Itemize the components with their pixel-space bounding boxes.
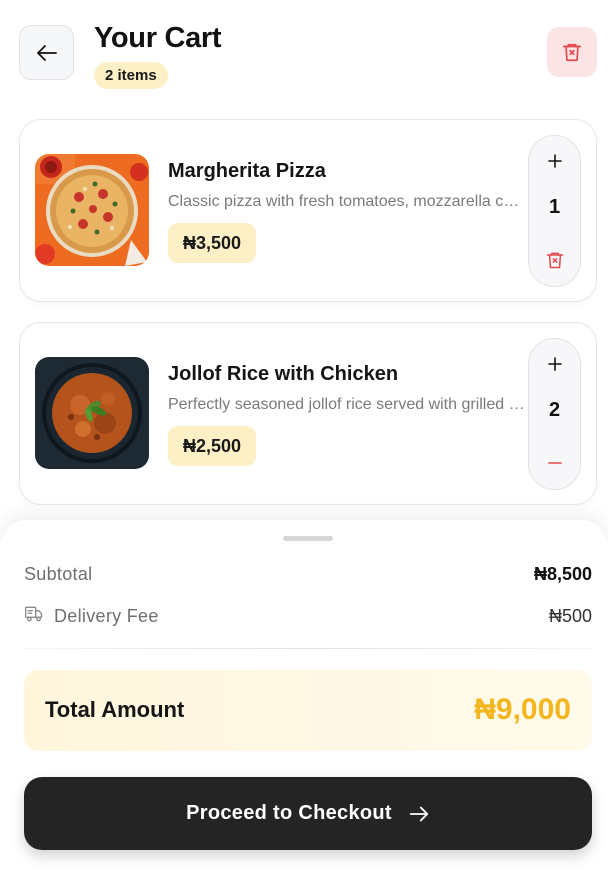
delivery-fee-label: Delivery Fee [54,606,159,626]
delivery-fee-value: ₦500 [548,606,592,626]
cart-item-card: Margherita Pizza Classic pizza with fres… [19,119,597,302]
summary-divider [24,648,592,649]
item-price: ₦2,500 [168,426,257,466]
proceed-to-checkout-button[interactable]: Proceed to Checkout [24,777,592,850]
plus-icon [547,357,562,371]
remove-item-button[interactable] [529,240,580,280]
clear-cart-button[interactable] [547,27,597,77]
subtotal-value: ₦8,500 [533,564,592,584]
page-title: Your Cart [94,22,222,54]
item-name: Margherita Pizza [168,160,326,182]
minus-icon [547,462,562,464]
total-amount-value: ₦9,000 [474,693,571,726]
arrow-left-icon [36,44,57,61]
quantity-stepper: 1 [528,135,581,287]
decrement-button[interactable] [529,443,580,483]
quantity-stepper: 2 [528,338,581,490]
cart-header: Your Cart 2 items [0,0,608,110]
pizza-image [35,154,149,266]
jollof-rice-image [35,357,149,469]
item-description: Classic pizza with fresh tomatoes, mozza… [168,193,528,210]
total-amount-box: Total Amount ₦9,000 [24,670,592,751]
item-price: ₦3,500 [168,223,257,263]
quantity-value: 2 [548,399,561,421]
trash-icon [546,252,563,269]
order-summary-sheet: Subtotal ₦8,500 Delivery Fee ₦500 Total … [0,520,608,870]
increment-button[interactable] [529,141,580,181]
item-description: Perfectly seasoned jollof rice served wi… [168,396,528,413]
cart-item-card: Jollof Rice with Chicken Perfectly seaso… [19,322,597,505]
item-count-badge: 2 items [94,62,168,89]
total-amount-label: Total Amount [45,697,185,722]
increment-button[interactable] [529,344,580,384]
sheet-drag-handle[interactable] [283,536,333,541]
item-name: Jollof Rice with Chicken [168,363,399,385]
back-button[interactable] [19,25,74,80]
quantity-value: 1 [548,196,561,218]
trash-icon [562,43,582,62]
subtotal-label: Subtotal [24,564,93,584]
arrow-right-icon [408,803,430,825]
checkout-button-label: Proceed to Checkout [186,802,392,824]
plus-icon [547,154,562,168]
truck-icon [25,606,43,622]
